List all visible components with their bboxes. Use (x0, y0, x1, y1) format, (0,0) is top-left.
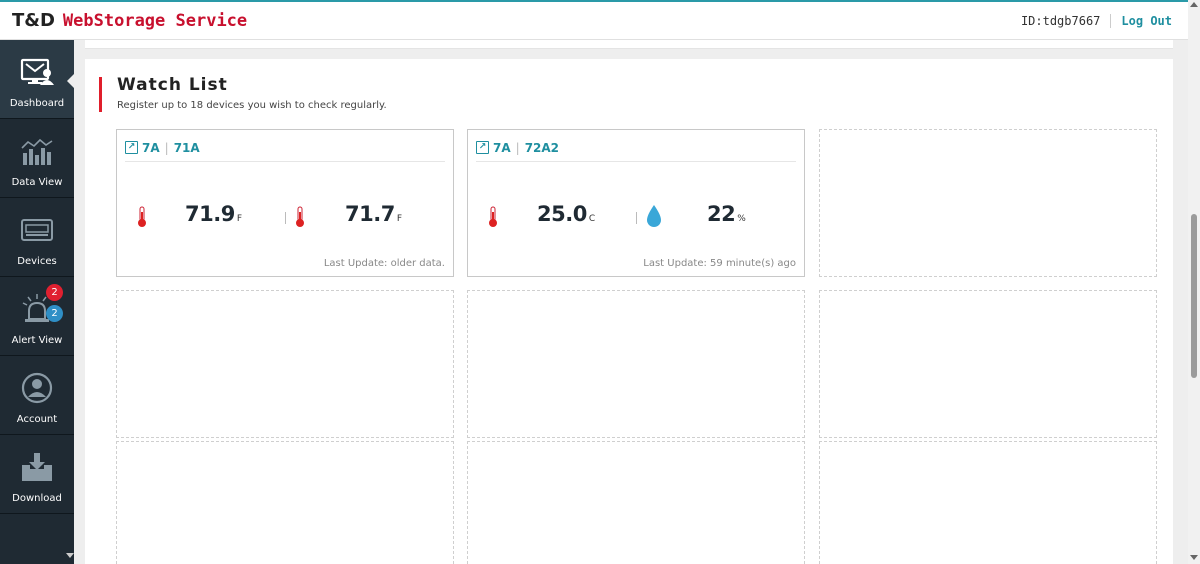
sidebar-item-dashboard[interactable]: Dashboard (0, 40, 74, 119)
header-separator: | (515, 140, 520, 155)
page-subtitle: Register up to 18 devices you wish to ch… (117, 100, 387, 111)
card-header: ↗ 7A | 71A (125, 140, 445, 162)
device-icon (19, 212, 55, 248)
card-header: ↗ 7A | 72A2 (476, 140, 796, 162)
header-separator: | (164, 140, 169, 155)
reading-2: 71.7 F (345, 202, 402, 226)
reading-value: 25.0 (537, 202, 587, 226)
reading-value: 71.7 (345, 202, 395, 226)
watch-card[interactable]: ↗ 7A | 71A 71.9 F 71.7 F Last Update: ol… (116, 129, 454, 277)
thermometer-icon (138, 206, 146, 227)
device-name[interactable]: 72A2 (525, 141, 559, 155)
page-title: Watch List (117, 75, 228, 95)
reading-unit: C (588, 214, 596, 224)
empty-watch-slot[interactable] (819, 290, 1157, 438)
reading-value: 71.9 (185, 202, 235, 226)
empty-watch-slot[interactable] (819, 441, 1157, 564)
user-area: ID:tdgb7667 Log Out (1021, 13, 1172, 28)
sidebar-item-label: Dashboard (9, 98, 65, 109)
scroll-down-icon[interactable] (1190, 555, 1198, 560)
external-link-icon[interactable]: ↗ (125, 141, 138, 154)
bar-chart-icon (19, 133, 55, 169)
scrollbar-thumb[interactable] (1191, 214, 1197, 378)
reading-1: 71.9 F (185, 202, 242, 226)
empty-watch-slot[interactable] (819, 129, 1157, 277)
empty-watch-slot[interactable] (467, 290, 805, 438)
reading-1: 25.0 C (537, 202, 595, 226)
alert-count-badge: 2 (46, 284, 63, 301)
reading-2: 22 % (707, 202, 746, 226)
sidebar-item-label: Data View (11, 177, 63, 188)
brand-logo[interactable]: T&D WebStorage Service (12, 10, 247, 31)
user-id: ID:tdgb7667 (1021, 13, 1112, 28)
empty-watch-slot[interactable] (116, 290, 454, 438)
sidebar: Dashboard Data View Devices 2 2 Alert Vi… (0, 40, 74, 564)
sidebar-item-account[interactable]: Account (0, 356, 74, 435)
sidebar-item-label: Devices (17, 256, 57, 267)
active-pointer (67, 74, 74, 88)
watch-list-panel: Watch List Register up to 18 devices you… (85, 59, 1173, 564)
reading-unit: F (236, 214, 243, 224)
top-header: T&D WebStorage Service ID:tdgb7667 Log O… (0, 0, 1188, 40)
empty-watch-slot[interactable] (467, 441, 805, 564)
dashboard-icon (19, 54, 55, 90)
reading-unit: % (737, 214, 746, 224)
device-name[interactable]: 71A (174, 141, 200, 155)
user-icon (19, 370, 55, 406)
download-icon (19, 449, 55, 485)
brand-name: T&D (12, 10, 55, 31)
thermometer-icon (489, 206, 497, 227)
sidebar-item-label: Download (12, 493, 62, 504)
last-update: Last Update: 59 minute(s) ago (643, 258, 796, 269)
watch-card[interactable]: ↗ 7A | 72A2 25.0 C 22 % Last Update: 59 … (467, 129, 805, 277)
empty-watch-slot[interactable] (116, 441, 454, 564)
device-group[interactable]: 7A (142, 141, 160, 155)
page-scrollbar[interactable] (1188, 0, 1200, 564)
last-update: Last Update: older data. (323, 258, 445, 269)
reading-divider (285, 212, 286, 224)
sidebar-item-devices[interactable]: Devices (0, 198, 74, 277)
sidebar-item-data-view[interactable]: Data View (0, 119, 74, 198)
reading-unit: F (396, 214, 403, 224)
warning-count-badge: 2 (46, 305, 63, 322)
logout-link[interactable]: Log Out (1121, 14, 1172, 28)
sidebar-scroll-down-icon[interactable] (66, 553, 74, 558)
scroll-up-icon[interactable] (1190, 2, 1198, 7)
brand-service-name: WebStorage Service (62, 11, 248, 31)
sidebar-item-label: Alert View (11, 335, 63, 346)
humidity-drop-icon (647, 205, 661, 227)
device-group[interactable]: 7A (493, 141, 511, 155)
thermometer-icon (296, 206, 304, 227)
reading-divider (636, 212, 637, 224)
reading-value: 22 (707, 202, 736, 226)
title-accent-bar (99, 77, 102, 112)
sidebar-item-download[interactable]: Download (0, 435, 74, 514)
sidebar-item-label: Account (16, 414, 58, 425)
previous-panel-bottom (85, 40, 1173, 49)
external-link-icon[interactable]: ↗ (476, 141, 489, 154)
sidebar-item-alert-view[interactable]: 2 2 Alert View (0, 277, 74, 356)
